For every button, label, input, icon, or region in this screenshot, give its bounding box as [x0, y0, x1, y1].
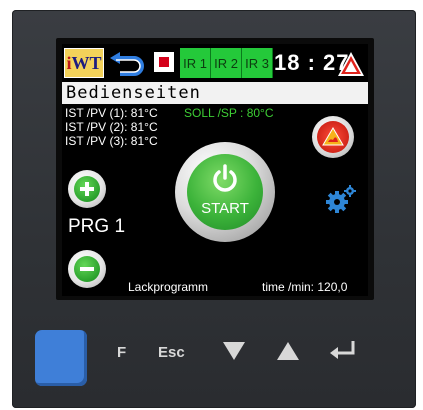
stop-icon[interactable] [154, 52, 174, 72]
down-triangle-icon[interactable] [222, 340, 246, 362]
f-key[interactable]: F [117, 344, 126, 361]
status-bar: i WT IR 1 IR 2 IR 3 18 : 27 [62, 44, 368, 82]
esc-key[interactable]: Esc [158, 344, 185, 361]
start-button-face: START [187, 154, 263, 230]
power-icon [213, 164, 237, 192]
page-title: Bedienseiten [62, 82, 368, 104]
hmi-screen: i WT IR 1 IR 2 IR 3 18 : 27 Bedienseiten … [62, 44, 368, 296]
program-name: Lackprogramm [128, 280, 209, 294]
warning-triangle-icon[interactable] [336, 50, 366, 78]
up-triangle-icon[interactable] [276, 340, 300, 362]
ir-channel-1[interactable]: IR 1 [180, 48, 211, 78]
time-readout: time /min: 120,0 [262, 280, 348, 294]
soll-value: SOLL /SP : 80°C [184, 106, 274, 120]
gear-icon[interactable] [324, 182, 358, 216]
iwt-logo: i WT [64, 48, 104, 78]
start-button[interactable]: START [175, 142, 275, 242]
enter-icon[interactable] [328, 338, 358, 364]
alarm-button[interactable] [312, 116, 354, 158]
program-number: PRG 1 [68, 216, 126, 237]
increase-program-button[interactable] [68, 170, 106, 208]
alarm-icon [317, 121, 349, 153]
blue-function-key[interactable] [35, 330, 87, 386]
ist-value-2: IST /PV (2): 81°C [65, 120, 158, 134]
ist-value-3: IST /PV (3): 81°C [65, 134, 158, 148]
ist-values: IST /PV (1): 81°C IST /PV (2): 81°C IST … [65, 106, 158, 148]
ir-channel-3[interactable]: IR 3 [242, 48, 273, 78]
plus-icon [74, 176, 100, 202]
ist-value-1: IST /PV (1): 81°C [65, 106, 158, 120]
return-arrow-icon[interactable] [108, 50, 148, 78]
decrease-program-button[interactable] [68, 250, 106, 288]
start-label: START [201, 200, 249, 217]
ir-channel-2[interactable]: IR 2 [211, 48, 242, 78]
minus-icon [74, 256, 100, 282]
logo-wt: WT [71, 52, 102, 73]
